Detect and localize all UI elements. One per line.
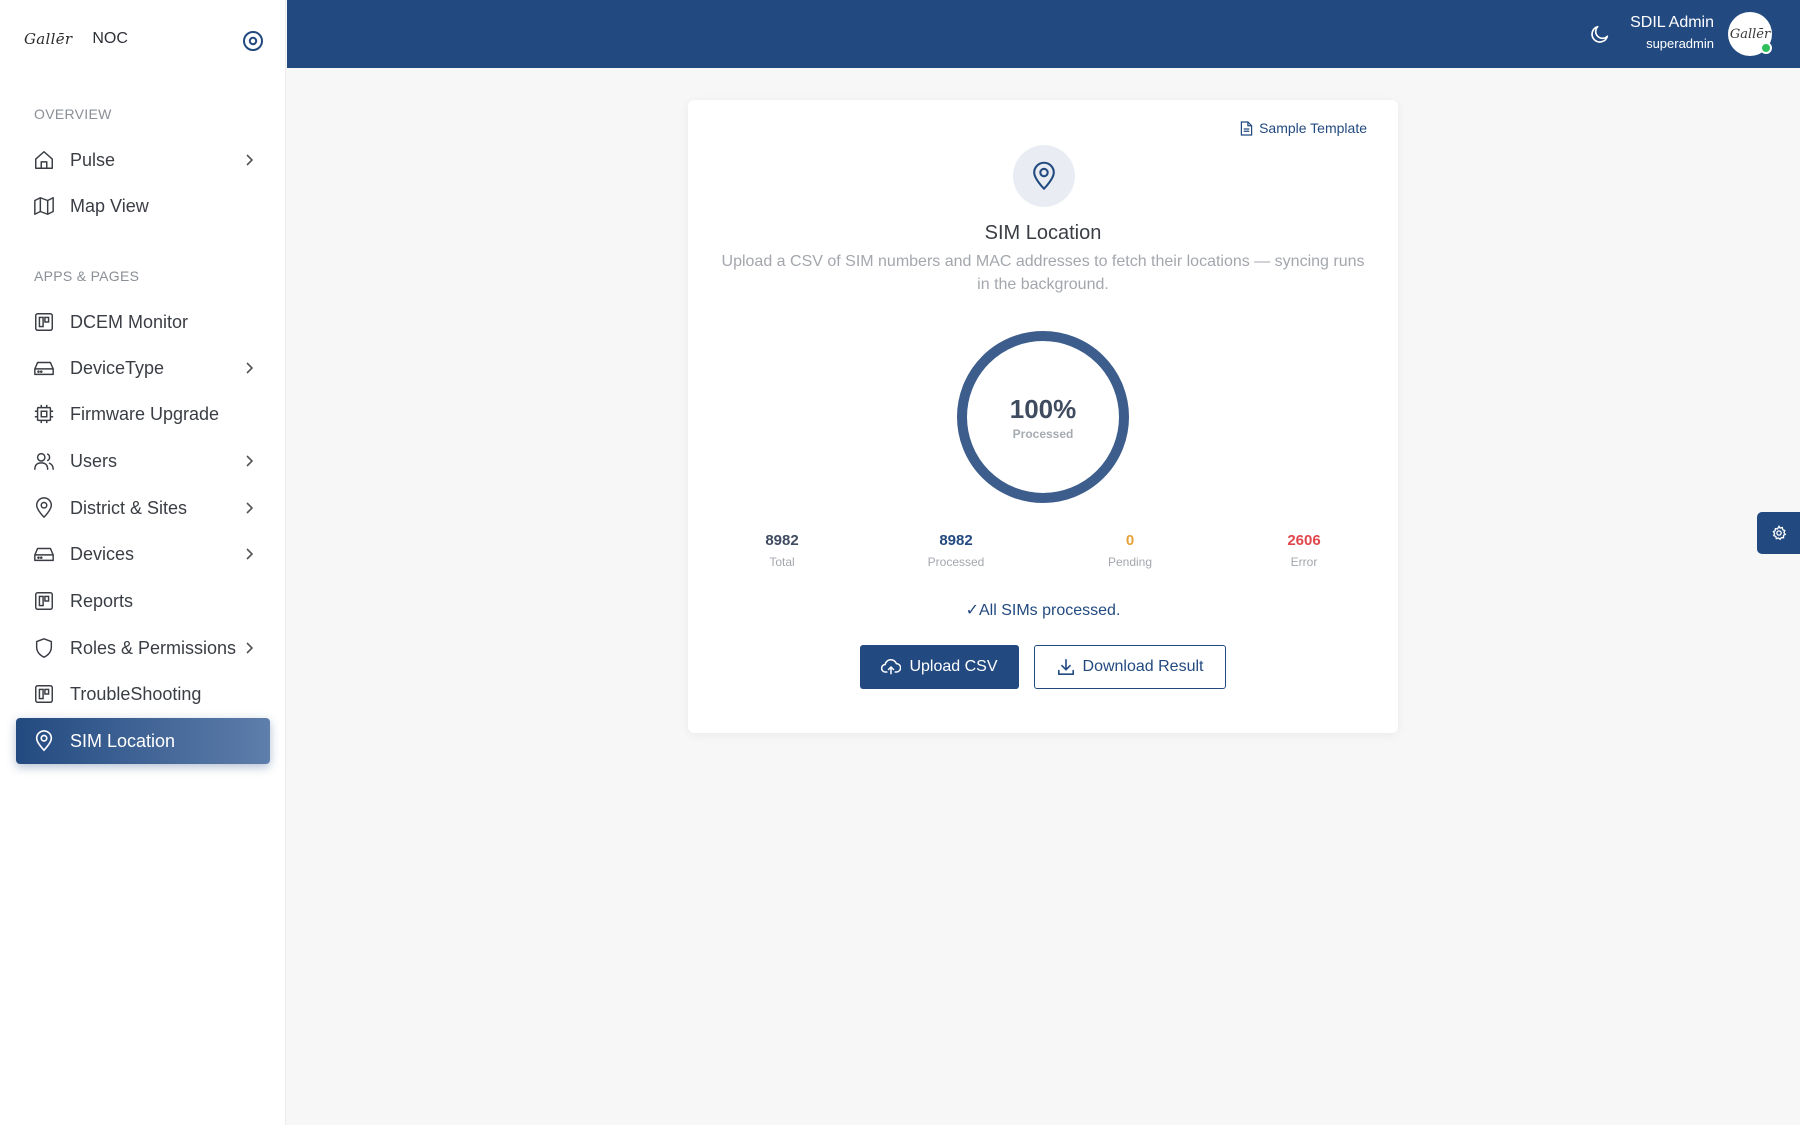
location-pin-icon bbox=[1033, 161, 1055, 191]
sample-template-link[interactable]: Sample Template bbox=[1240, 120, 1367, 136]
avatar-logo: Gallēr bbox=[1729, 26, 1771, 42]
stat-pending: 0 Pending bbox=[1070, 532, 1190, 569]
stat-value: 8982 bbox=[765, 532, 799, 549]
stat-processed: 8982 Processed bbox=[896, 532, 1016, 569]
map-icon bbox=[32, 194, 56, 218]
sidebar-item-roles-permissions[interactable]: Roles & Permissions bbox=[16, 625, 270, 671]
brand[interactable]: Gallēr NOC bbox=[24, 24, 128, 54]
stat-label: Pending bbox=[1107, 555, 1153, 569]
sidebar-item-sim-location[interactable]: SIM Location bbox=[16, 718, 270, 764]
sidebar-item-label: Devices bbox=[70, 543, 135, 564]
stat-total: 8982 Total bbox=[722, 532, 842, 569]
stat-value: 8982 bbox=[939, 532, 973, 549]
sidebar-item-label: DCEM Monitor bbox=[70, 311, 189, 332]
stat-value: 0 bbox=[1125, 532, 1135, 549]
sidebar-item-troubleshooting[interactable]: TroubleShooting bbox=[16, 671, 270, 717]
stat-label: Error bbox=[1290, 555, 1318, 569]
topbar: SDIL Admin superadmin Gallēr bbox=[287, 0, 1800, 68]
sidebar-item-dcem-monitor[interactable]: DCEM Monitor bbox=[16, 299, 270, 345]
sidebar-item-firmware-upgrade[interactable]: Firmware Upgrade bbox=[16, 391, 270, 437]
device-icon bbox=[32, 542, 56, 566]
stat-error: 2606 Error bbox=[1244, 532, 1364, 569]
progress-label: Processed bbox=[1012, 426, 1074, 441]
upload-csv-button[interactable]: Upload CSV bbox=[860, 645, 1019, 689]
sidebar-item-pulse[interactable]: Pulse bbox=[16, 137, 270, 183]
stat-label: Total bbox=[769, 555, 795, 569]
user-info[interactable]: SDIL Admin superadmin bbox=[1630, 14, 1714, 51]
download-result-button[interactable]: Download Result bbox=[1034, 645, 1226, 689]
sidebar-item-label: Users bbox=[70, 450, 118, 471]
user-name: SDIL Admin bbox=[1630, 14, 1714, 31]
section-title-overview: OVERVIEW bbox=[34, 106, 112, 122]
chevron-right-icon bbox=[240, 545, 258, 563]
sidebar-item-label: Map View bbox=[70, 195, 149, 216]
sidebar-toggle-button[interactable] bbox=[240, 28, 266, 54]
stat-label: Processed bbox=[927, 555, 985, 569]
board-icon bbox=[32, 682, 56, 706]
avatar[interactable]: Gallēr bbox=[1728, 12, 1772, 56]
sidebar-item-label: TroubleShooting bbox=[70, 683, 202, 704]
sidebar-item-label: Firmware Upgrade bbox=[70, 403, 220, 424]
sidebar-item-devices[interactable]: Devices bbox=[16, 531, 270, 577]
sidebar-item-reports[interactable]: Reports bbox=[16, 578, 270, 624]
sidebar-item-district-sites[interactable]: District & Sites bbox=[16, 485, 270, 531]
chip-icon bbox=[32, 402, 56, 426]
sidebar-item-devicetype[interactable]: DeviceType bbox=[16, 345, 270, 391]
sim-location-card: Sample Template SIM Location Upload a CS… bbox=[688, 100, 1398, 733]
sidebar-item-map-view[interactable]: Map View bbox=[16, 183, 270, 229]
sidebar-item-label: Roles & Permissions bbox=[70, 637, 237, 658]
cloud-upload-icon bbox=[881, 659, 902, 675]
home-icon bbox=[32, 148, 56, 172]
app-name: NOC bbox=[92, 30, 128, 47]
user-role: superadmin bbox=[1646, 36, 1714, 51]
device-icon bbox=[32, 356, 56, 380]
location-badge bbox=[1013, 145, 1075, 207]
online-status-dot bbox=[1760, 42, 1772, 54]
brand-logo: Gallēr bbox=[24, 30, 73, 48]
users-icon bbox=[32, 449, 56, 473]
location-pin-icon bbox=[32, 729, 56, 753]
chevron-right-icon bbox=[240, 639, 258, 657]
chevron-right-icon bbox=[240, 359, 258, 377]
location-pin-icon bbox=[32, 496, 56, 520]
sidebar-item-label: DeviceType bbox=[70, 357, 165, 378]
moon-icon bbox=[1591, 25, 1609, 43]
sidebar: Gallēr NOC OVERVIEW Pulse Map View APPS … bbox=[0, 0, 286, 1125]
progress-readout: 100% Processed bbox=[956, 330, 1130, 504]
gear-icon bbox=[1771, 525, 1786, 541]
customizer-settings-button[interactable] bbox=[1757, 512, 1800, 554]
upload-csv-label: Upload CSV bbox=[909, 658, 998, 675]
stat-value: 2606 bbox=[1287, 532, 1321, 549]
shield-icon bbox=[32, 636, 56, 660]
board-icon bbox=[32, 589, 56, 613]
sample-template-label: Sample Template bbox=[1259, 120, 1367, 136]
radio-circle-icon bbox=[243, 31, 263, 51]
sidebar-item-label: Pulse bbox=[70, 149, 116, 170]
sidebar-item-label: Reports bbox=[70, 590, 134, 611]
chevron-right-icon bbox=[240, 499, 258, 517]
section-title-apps-pages: APPS & PAGES bbox=[34, 268, 140, 284]
progress-percent: 100% bbox=[1009, 393, 1077, 424]
card-description: Upload a CSV of SIM numbers and MAC addr… bbox=[721, 253, 1365, 293]
theme-toggle-button[interactable] bbox=[1586, 20, 1614, 48]
board-icon bbox=[32, 310, 56, 334]
status-message: ✓All SIMs processed. bbox=[965, 602, 1121, 619]
sidebar-item-label: SIM Location bbox=[70, 730, 176, 751]
progress-ring: 100% Processed bbox=[956, 330, 1130, 504]
card-title: SIM Location bbox=[984, 222, 1102, 244]
sidebar-item-users[interactable]: Users bbox=[16, 438, 270, 484]
chevron-right-icon bbox=[240, 452, 258, 470]
download-result-label: Download Result bbox=[1082, 658, 1204, 675]
document-icon bbox=[1240, 120, 1253, 136]
download-icon bbox=[1057, 658, 1074, 676]
sidebar-item-label: District & Sites bbox=[70, 497, 188, 518]
chevron-right-icon bbox=[240, 151, 258, 169]
